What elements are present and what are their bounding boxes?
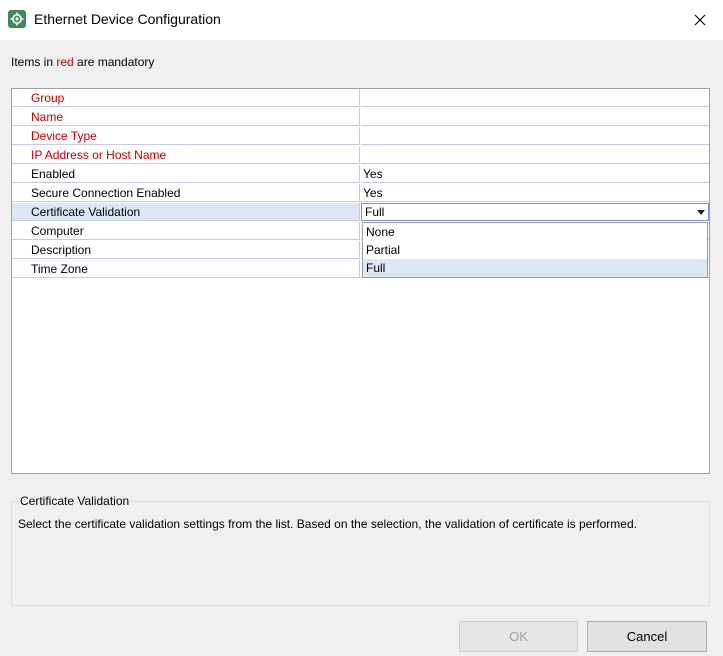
cancel-button[interactable]: Cancel bbox=[587, 621, 707, 652]
property-value[interactable] bbox=[361, 146, 709, 164]
certificate-validation-select[interactable]: Full bbox=[361, 203, 709, 221]
property-row-enabled[interactable]: Enabled Yes bbox=[12, 165, 709, 184]
property-label: Certificate Validation bbox=[12, 203, 360, 221]
option-partial[interactable]: Partial bbox=[363, 241, 707, 259]
title-bar: Ethernet Device Configuration bbox=[0, 0, 723, 40]
note-suffix: are mandatory bbox=[73, 55, 155, 69]
certificate-validation-dropdown: None Partial Full bbox=[362, 222, 708, 278]
property-row-certificate-validation[interactable]: Certificate Validation Full bbox=[12, 203, 709, 222]
description-title: Certificate Validation bbox=[18, 494, 132, 508]
note-red-word: red bbox=[56, 55, 74, 69]
dialog-body: Items in red are mandatory Group Name De… bbox=[0, 40, 723, 656]
property-value[interactable] bbox=[361, 127, 709, 145]
gear-icon bbox=[8, 10, 26, 28]
close-button[interactable] bbox=[677, 0, 723, 40]
property-value[interactable] bbox=[361, 108, 709, 126]
window-title: Ethernet Device Configuration bbox=[34, 11, 221, 27]
property-row-device-type[interactable]: Device Type bbox=[12, 127, 709, 146]
property-label: IP Address or Host Name bbox=[12, 146, 360, 164]
option-none[interactable]: None bbox=[363, 223, 707, 241]
property-label: Description bbox=[12, 241, 360, 259]
description-text: Select the certificate validation settin… bbox=[18, 517, 637, 531]
property-label: Secure Connection Enabled bbox=[12, 184, 360, 202]
close-icon bbox=[694, 14, 706, 26]
property-grid[interactable]: Group Name Device Type IP Address or Hos… bbox=[11, 88, 710, 474]
property-label: Group bbox=[12, 89, 360, 107]
mandatory-note: Items in red are mandatory bbox=[11, 55, 154, 69]
chevron-down-icon[interactable] bbox=[694, 204, 708, 220]
property-value[interactable] bbox=[361, 89, 709, 107]
property-row-group[interactable]: Group bbox=[12, 89, 709, 108]
property-row-name[interactable]: Name bbox=[12, 108, 709, 127]
property-label: Device Type bbox=[12, 127, 360, 145]
select-value: Full bbox=[365, 205, 385, 219]
property-row-ip-address[interactable]: IP Address or Host Name bbox=[12, 146, 709, 165]
description-panel: Certificate Validation Select the certif… bbox=[11, 494, 710, 606]
property-value[interactable]: Yes bbox=[361, 184, 709, 202]
property-row-secure-connection[interactable]: Secure Connection Enabled Yes bbox=[12, 184, 709, 203]
property-label: Time Zone bbox=[12, 260, 360, 278]
option-full[interactable]: Full bbox=[363, 259, 707, 277]
property-label: Name bbox=[12, 108, 360, 126]
property-label: Enabled bbox=[12, 165, 360, 183]
property-value[interactable]: Yes bbox=[361, 165, 709, 183]
note-prefix: Items in bbox=[11, 55, 57, 69]
ok-button[interactable]: OK bbox=[459, 621, 578, 652]
property-label: Computer bbox=[12, 222, 360, 240]
